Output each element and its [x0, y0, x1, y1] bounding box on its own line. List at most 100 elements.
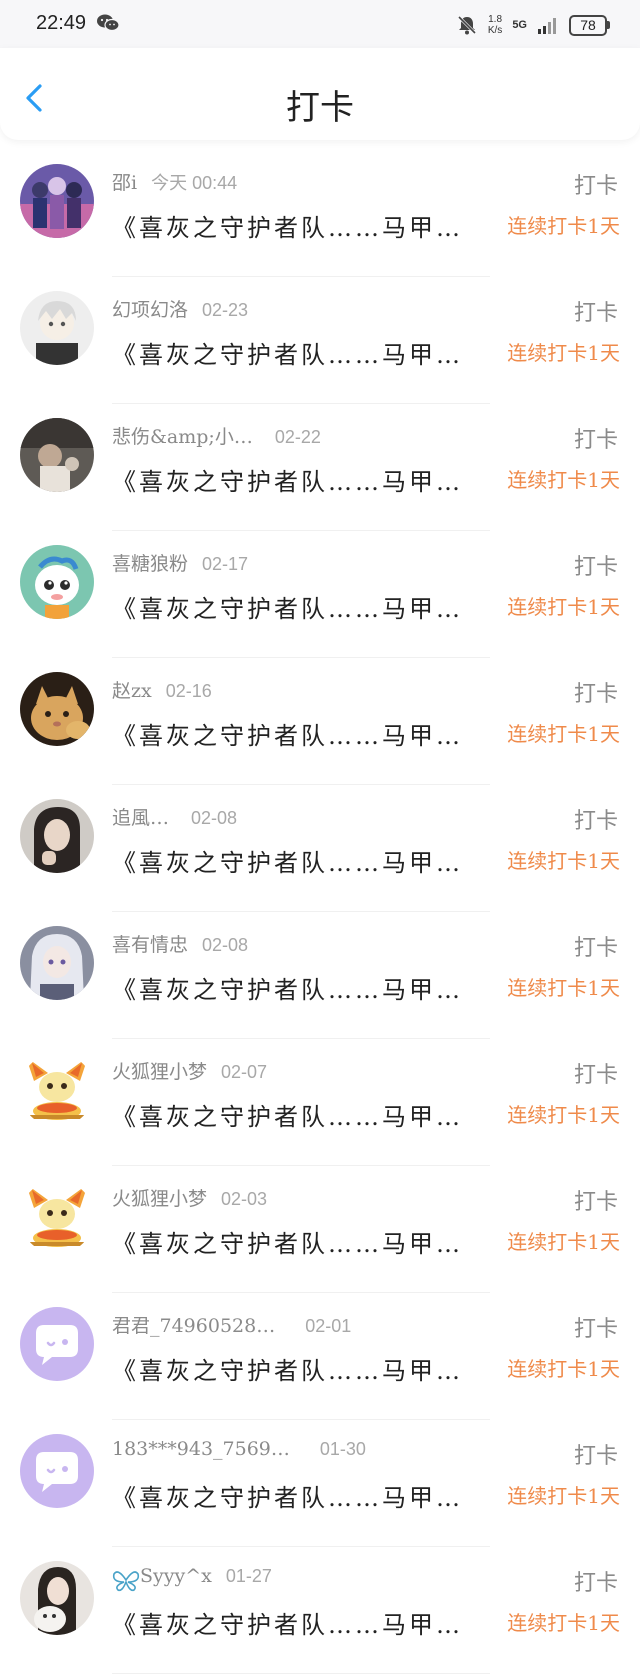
checkin-row[interactable]: 邵i 今天 00:44 《喜灰之守护者队……马甲… 打卡连续打卡1天 [0, 150, 640, 277]
post-title[interactable]: 《喜灰之守护者队……马甲… [112, 716, 482, 751]
checkin-row[interactable]: 喜糖狼粉 02-17 《喜灰之守护者队……马甲… 打卡连续打卡1天 [0, 531, 640, 658]
checkin-row[interactable]: Syyy^x 01-27 《喜灰之守护者队……马甲… 打卡连续打卡1天 [0, 1547, 640, 1674]
user-name[interactable]: 君君_74960528… [112, 1311, 275, 1338]
checkin-action-label[interactable]: 打卡 [574, 1184, 618, 1216]
post-title[interactable]: 《喜灰之守护者队……马甲… [112, 208, 482, 243]
checkin-date: 02-08 [191, 808, 238, 828]
checkin-action-label[interactable]: 打卡 [574, 168, 618, 200]
battery-level: 78 [569, 14, 607, 36]
post-title[interactable]: 《喜灰之守护者队……马甲… [112, 1605, 482, 1640]
checkin-row[interactable]: 喜有情忠 02-08 《喜灰之守护者队……马甲… 打卡 连续打卡1天 [0, 912, 640, 1039]
checkin-row[interactable]: 火狐狸小梦 02-03 《喜灰之守护者队……马甲… 打卡 连续打卡1天 [0, 1166, 640, 1293]
checkin-row[interactable]: 火狐狸小梦 02-07 《喜灰之守护者队……马甲… 打卡连续打卡1天 [0, 1039, 640, 1166]
streak-badge: 连续打卡1天 [507, 595, 620, 619]
cat-avatar[interactable] [20, 672, 94, 746]
user-name[interactable]: 悲伤&amp;小… [112, 422, 253, 449]
anime-girl-avatar[interactable] [20, 926, 94, 1000]
checkin-action-label[interactable]: 打卡 [574, 1565, 618, 1597]
signal-icon [538, 18, 556, 34]
mute-bell-icon [457, 15, 476, 35]
checkin-date: 02-01 [305, 1316, 352, 1336]
cartoon-goat-avatar[interactable] [20, 545, 94, 619]
checkin-action-label[interactable]: 打卡 [574, 803, 618, 835]
checkin-action-label[interactable]: 打卡 [574, 422, 618, 454]
checkin-date: 02-23 [202, 300, 249, 320]
streak-badge: 连续打卡1天 [507, 722, 620, 746]
checkin-action-label[interactable]: 打卡 [574, 1057, 618, 1089]
checkin-action-label[interactable]: 打卡 [574, 1438, 618, 1470]
status-right-group: 1.8 K/s 5G 78 [456, 10, 610, 40]
post-title[interactable]: 《喜灰之守护者队……马甲… [112, 335, 482, 370]
checkin-row[interactable]: 君君_74960528… 02-01 《喜灰之守护者队……马甲… 打卡 连续打卡1天 [0, 1293, 640, 1420]
streak-badge: 连续打卡1天 [507, 468, 620, 492]
battery-tip [607, 21, 610, 29]
user-meta: Syyy^x 01-27 [112, 1565, 272, 1595]
user-name[interactable]: 喜糖狼粉 [112, 549, 188, 576]
user-name[interactable]: 火狐狸小梦 [112, 1057, 207, 1084]
page-title: 打卡 [286, 88, 354, 128]
checkin-date: 01-30 [319, 1439, 366, 1459]
user-meta: 火狐狸小梦 02-07 [112, 1057, 267, 1087]
post-title[interactable]: 《喜灰之守护者队……马甲… [112, 1224, 482, 1259]
post-title[interactable]: 《喜灰之守护者队……马甲… [112, 1097, 482, 1132]
post-title[interactable]: 《喜灰之守护者队……马甲… [112, 1351, 482, 1386]
streak-badge: 连续打卡1天 [507, 849, 620, 873]
user-name[interactable]: Syyy^x [140, 1565, 212, 1587]
user-name[interactable]: 火狐狸小梦 [112, 1184, 207, 1211]
checkin-action-label[interactable]: 打卡 [574, 1311, 618, 1343]
user-meta: 火狐狸小梦 02-03 [112, 1184, 267, 1214]
user-meta: 喜糖狼粉 02-17 [112, 549, 248, 579]
photo-avatar[interactable] [20, 418, 94, 492]
girl-cat-photo-avatar[interactable] [20, 1561, 94, 1635]
user-name[interactable]: 赵zx [112, 676, 152, 703]
user-name[interactable]: 邵i [112, 168, 137, 195]
default-chat-avatar[interactable] [20, 1434, 94, 1508]
user-name[interactable]: 183***943_7569… [112, 1438, 290, 1460]
fennekin-avatar[interactable] [20, 1180, 94, 1254]
butterfly-icon [112, 1571, 140, 1592]
checkin-action-label[interactable]: 打卡 [574, 676, 618, 708]
checkin-date: 02-07 [221, 1062, 268, 1082]
user-meta: 追風… 02-08 [112, 803, 237, 833]
checkin-date: 今天 00:44 [151, 173, 238, 193]
post-title[interactable]: 《喜灰之守护者队……马甲… [112, 843, 482, 878]
white-hair-anime-avatar[interactable] [20, 291, 94, 365]
network-type: 5G [512, 19, 527, 31]
streak-badge: 连续打卡1天 [507, 341, 620, 365]
checkin-date: 01-27 [225, 1566, 272, 1586]
user-name[interactable]: 喜有情忠 [112, 930, 188, 957]
streak-badge: 连续打卡1天 [507, 1103, 620, 1127]
girl-photo-avatar[interactable] [20, 799, 94, 873]
checkin-row[interactable]: 赵zx 02-16 《喜灰之守护者队……马甲… 打卡连续打卡1天 [0, 658, 640, 785]
user-meta: 183***943_7569… 01-30 [112, 1438, 366, 1468]
user-meta: 邵i 今天 00:44 [112, 168, 237, 198]
streak-badge: 连续打卡1天 [507, 214, 620, 238]
checkin-date: 02-16 [165, 681, 212, 701]
checkin-date: 02-03 [221, 1189, 268, 1209]
fennekin-avatar[interactable] [20, 1053, 94, 1127]
checkin-action-label[interactable]: 打卡 [574, 295, 618, 327]
anime-group-avatar[interactable] [20, 164, 94, 238]
user-meta: 君君_74960528… 02-01 [112, 1311, 351, 1341]
wechat-icon [97, 14, 120, 32]
net-speed-value: 1.8 [488, 14, 503, 25]
user-name[interactable]: 幻项幻洛 [112, 295, 188, 322]
checkin-date: 02-17 [202, 554, 249, 574]
post-title[interactable]: 《喜灰之守护者队……马甲… [112, 1478, 482, 1513]
checkin-date: 02-22 [274, 427, 321, 447]
user-meta: 幻项幻洛 02-23 [112, 295, 248, 325]
checkin-row[interactable]: 追風… 02-08 《喜灰之守护者队……马甲… 打卡连续打卡1天 [0, 785, 640, 912]
user-name[interactable]: 追風… [112, 803, 169, 830]
post-title[interactable]: 《喜灰之守护者队……马甲… [112, 970, 482, 1005]
checkin-row[interactable]: 悲伤&amp;小… 02-22 《喜灰之守护者队……马甲… 打卡连续打卡1天 [0, 404, 640, 531]
streak-badge: 连续打卡1天 [507, 1484, 620, 1508]
checkin-action-label[interactable]: 打卡 [574, 930, 618, 962]
user-meta: 喜有情忠 02-08 [112, 930, 248, 960]
streak-badge: 连续打卡1天 [507, 1611, 620, 1635]
checkin-row[interactable]: 183***943_7569… 01-30 《喜灰之守护者队……马甲… 打卡连续打卡1… [0, 1420, 640, 1547]
checkin-action-label[interactable]: 打卡 [574, 549, 618, 581]
default-chat-avatar[interactable] [20, 1307, 94, 1381]
post-title[interactable]: 《喜灰之守护者队……马甲… [112, 462, 482, 497]
post-title[interactable]: 《喜灰之守护者队……马甲… [112, 589, 482, 624]
checkin-row[interactable]: 幻项幻洛 02-23 《喜灰之守护者队……马甲… 打卡连续打卡1天 [0, 277, 640, 404]
